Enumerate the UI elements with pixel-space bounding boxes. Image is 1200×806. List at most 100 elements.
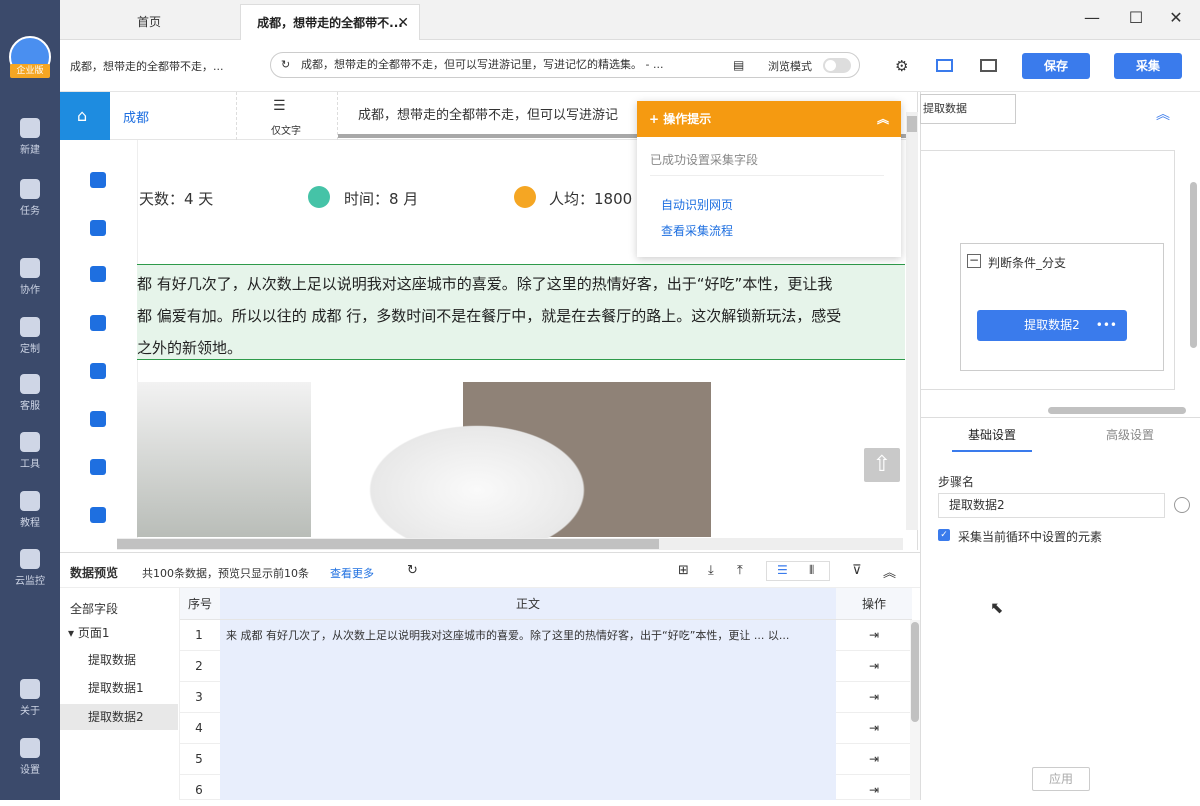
book-icon[interactable] [90,363,106,379]
sidebar-item-support[interactable]: 客服 [0,368,60,420]
add-field-icon[interactable]: ⊞ [678,563,689,578]
refresh-icon[interactable]: ↻ [407,563,418,578]
sidebar-item-tutorial[interactable]: 教程 [0,485,60,537]
preview-vscroll-thumb[interactable] [911,622,919,722]
tab-current[interactable]: 成都，想带走的全都带不... ✕ [240,4,420,40]
sidebar-item-about[interactable]: 关于 [0,673,60,725]
refresh-icon[interactable]: ↻ [281,53,290,77]
table-row: 5 ⇥ [180,744,910,775]
export-row-icon[interactable]: ⇥ [836,651,912,682]
back-to-top-button[interactable]: ⇧ [864,448,900,482]
table-row: 1来 成都 有好几次了，从次数上足以说明我对这座城市的喜爱。除了这里的热情好客，… [180,620,910,651]
minimize-button[interactable]: — [1080,8,1104,30]
avg-cost-info: 人均：1800 [549,190,633,208]
window-icon[interactable] [980,59,997,72]
export-row-icon[interactable]: ⇥ [836,713,912,744]
sidebar-item-tasks[interactable]: 任务 [0,173,60,225]
train-icon[interactable] [90,266,106,282]
collapse-branch-icon[interactable]: − [967,254,981,268]
collapse-flow-icon[interactable]: ︽ [1156,104,1170,124]
export-row-icon[interactable]: ⇥ [836,744,912,775]
doc-icon[interactable]: ▤ [733,58,744,72]
sidebar-item-new[interactable]: 新建 [0,112,60,164]
car-icon[interactable] [90,507,106,523]
column-view-icon[interactable]: ⦀ [809,563,814,578]
tab-home[interactable]: 首页 [60,4,238,40]
sidebar-item-tools[interactable]: 工具 [0,426,60,478]
enterprise-badge: 企业版 [10,64,50,78]
sidebar-item-settings[interactable]: 设置 [0,732,60,784]
browser-vscroll[interactable] [906,112,918,530]
picture-icon[interactable] [90,459,106,475]
field-item[interactable]: 提取数据 [60,647,178,673]
download-icon[interactable]: ⤓ [708,563,714,578]
col-op-header: 操作 [836,588,912,620]
apply-button[interactable]: 应用 [1032,767,1090,791]
browser-hscroll-thumb[interactable] [117,539,659,549]
export-row-icon[interactable]: ⇥ [836,775,912,806]
plus-icon: + [649,112,664,126]
plane-icon[interactable] [90,220,106,236]
api-icon[interactable] [1174,497,1190,513]
category-nav [60,140,138,540]
preview-summary: 共100条数据，预览只显示前10条 [142,567,309,580]
step-name-input[interactable]: 提取数据2 [938,493,1165,518]
flow-step-extract2[interactable]: 提取数据2 ••• [977,310,1127,341]
browse-mode-toggle[interactable] [823,58,851,73]
home-button[interactable]: ⌂ [60,92,110,140]
sidebar-item-collab[interactable]: 协作 [0,252,60,304]
filter-icon[interactable]: ⊽ [852,563,862,578]
bus-icon[interactable] [90,411,106,427]
panda-sculpture-image [352,415,602,540]
view-flow-link[interactable]: 查看采集流程 [661,222,733,239]
collect-loop-label: 采集当前循环中设置的元素 [958,530,1103,544]
table-row: 2 ⇥ [180,651,910,682]
map-icon[interactable] [90,315,106,331]
settings-icon[interactable]: ⚙ [895,57,908,75]
more-icon[interactable]: ••• [1096,310,1117,341]
cloud-icon [20,549,40,569]
close-tab-icon[interactable]: ✕ [397,5,409,41]
view-more-link[interactable]: 查看更多 [330,565,374,581]
close-window-button[interactable]: ✕ [1164,8,1188,30]
list-view-icon[interactable]: ☰ [777,563,788,577]
field-item[interactable]: 提取数据1 [60,675,178,701]
page-node[interactable]: ▾ 页面1 [68,624,109,641]
collect-loop-checkbox[interactable]: ✓ [938,529,950,541]
export-row-icon[interactable]: ⇥ [836,620,912,651]
collapse-preview-icon[interactable]: ︽ [883,562,896,581]
heart-icon [20,317,40,337]
table-row: 3 ⇥ [180,682,910,713]
collapse-icon[interactable]: ︽ [877,101,889,137]
auto-detect-link[interactable]: 自动识别网页 [661,196,733,213]
flow-vscroll-thumb[interactable] [1190,182,1197,348]
plus-icon [20,118,40,138]
time-info: 时间：8 月 [344,190,419,208]
tab-advanced-settings[interactable]: 高级设置 [1090,418,1170,452]
collect-button[interactable]: 采集 [1114,53,1182,79]
maximize-button[interactable]: ☐ [1124,8,1148,30]
col-text-header: 正文 [220,588,836,620]
text-only-button[interactable]: ☰ 仅文字 [236,92,338,140]
flow-hscroll-thumb[interactable] [1048,407,1186,414]
hotel-icon[interactable] [90,172,106,188]
sidebar-item-cloud-monitor[interactable]: 云监控 [0,543,60,595]
tab-basic-settings[interactable]: 基础设置 [952,418,1032,452]
upload-icon[interactable]: ⤒ [737,563,743,578]
browser-tab-title: 成都，想带走的全都带不走，但可以写进游记 [358,108,619,123]
tips-header: + 操作提示 ︽ [637,101,901,137]
save-button[interactable]: 保存 [1022,53,1090,79]
browser-vscroll-thumb[interactable] [907,116,917,132]
layout-icon[interactable] [936,59,953,72]
col-no-header: 序号 [180,588,220,620]
field-item-selected[interactable]: 提取数据2 [60,704,178,730]
city-link[interactable]: 成都 [123,107,149,126]
view-toggle[interactable]: ☰ ⦀ [766,561,830,581]
users-icon [20,258,40,278]
flow-step-extract[interactable]: 提取数据 [920,94,1016,124]
export-row-icon[interactable]: ⇥ [836,682,912,713]
sidebar-item-custom[interactable]: 定制 [0,311,60,363]
preview-title: 数据预览 [70,566,119,580]
toolbox-icon [20,432,40,452]
graduation-cap-icon [20,491,40,511]
